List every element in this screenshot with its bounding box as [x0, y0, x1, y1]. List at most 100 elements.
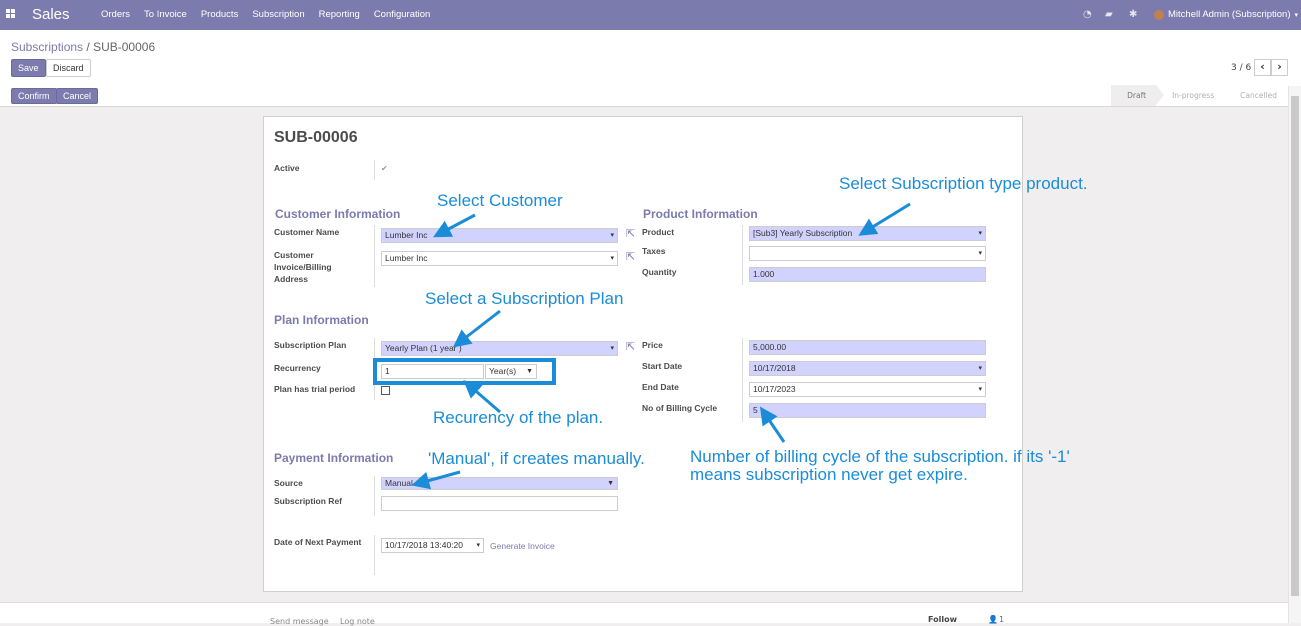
chat-icon[interactable]: ▰: [1105, 9, 1113, 20]
stage-bar: Draft In-progress Cancelled: [1111, 85, 1287, 106]
plan-section-title: Plan Information: [274, 313, 369, 327]
next-payment-label: Date of Next Payment: [274, 537, 362, 547]
status-bar: [0, 85, 1301, 107]
confirm-button[interactable]: Confirm: [11, 88, 57, 104]
external-link-icon[interactable]: ⇱: [626, 227, 635, 240]
start-date-label: Start Date: [642, 361, 683, 371]
start-date-value: 10/17/2018: [753, 363, 796, 373]
annotation-manual: 'Manual', if creates manually.: [428, 449, 645, 468]
quantity-label: Quantity: [642, 267, 677, 277]
end-date-field[interactable]: 10/17/2023 ▾: [749, 382, 986, 397]
log-note-link[interactable]: Log note: [340, 617, 375, 626]
stage-cancelled[interactable]: Cancelled: [1224, 85, 1287, 106]
annotation-billing-cycle-line-2: means subscription never get expire.: [690, 465, 968, 484]
annotation-billing-cycle-line-1: Number of billing cycle of the subscript…: [690, 447, 1070, 466]
annotation-customer: Select Customer: [437, 191, 563, 210]
start-date-field[interactable]: 10/17/2018 ▾: [749, 361, 986, 376]
menu-to-invoice[interactable]: To Invoice: [143, 9, 188, 20]
stage-in-progress[interactable]: In-progress: [1156, 85, 1225, 106]
subscription-plan-value: Yearly Plan (1 year ): [385, 343, 462, 353]
menu-configuration[interactable]: Configuration: [373, 9, 432, 20]
subscription-plan-label: Subscription Plan: [274, 340, 347, 350]
caret-down-icon[interactable]: ▾: [610, 252, 614, 265]
pager-value: 3 / 6: [1231, 63, 1252, 73]
divider: [374, 476, 375, 516]
clock-icon[interactable]: ◔: [1083, 9, 1092, 20]
price-field[interactable]: 5,000.00: [749, 340, 986, 355]
caret-down-icon[interactable]: ▼: [607, 478, 614, 489]
scrollbar-thumb[interactable]: [1291, 96, 1299, 596]
caret-down-icon[interactable]: ▾: [978, 227, 982, 240]
apps-menu-icon[interactable]: [6, 9, 16, 19]
breadcrumb-separator: /: [86, 40, 90, 54]
pager-previous-button[interactable]: ‹: [1254, 59, 1271, 76]
menu-reporting[interactable]: Reporting: [318, 9, 361, 20]
payment-section-title: Payment Information: [274, 451, 394, 465]
quantity-field[interactable]: 1.000: [749, 267, 986, 282]
customer-name-value: Lumber Inc: [385, 230, 428, 240]
product-value: [Sub3] Yearly Subscription: [753, 228, 853, 238]
menu-orders[interactable]: Orders: [100, 9, 131, 20]
stage-draft[interactable]: Draft: [1111, 85, 1164, 106]
generate-invoice-link[interactable]: Generate Invoice: [490, 541, 555, 551]
billing-cycle-label: No of Billing Cycle: [642, 403, 718, 413]
product-section-title: Product Information: [643, 207, 758, 221]
next-payment-field[interactable]: 10/17/2018 13:40:20 ▾: [381, 538, 484, 553]
save-button[interactable]: Save: [11, 59, 46, 77]
divider: [742, 338, 743, 422]
active-checkbox: ✔: [381, 164, 388, 173]
product-label: Product: [642, 227, 675, 237]
customer-section-title: Customer Information: [275, 207, 401, 221]
caret-down-icon[interactable]: ▾: [476, 539, 480, 552]
menu-products[interactable]: Products: [200, 9, 240, 20]
external-link-icon[interactable]: ⇱: [626, 340, 635, 353]
customer-invoice-address-field[interactable]: Lumber Inc ▾: [381, 251, 618, 266]
breadcrumb-subscriptions[interactable]: Subscriptions: [11, 40, 83, 54]
external-link-icon[interactable]: ⇱: [626, 250, 635, 263]
breadcrumb: Subscriptions / SUB-00006: [11, 40, 155, 54]
divider: [374, 535, 375, 575]
bug-icon[interactable]: ✱: [1129, 9, 1137, 20]
customer-name-field[interactable]: Lumber Inc ▾: [381, 228, 618, 243]
product-field[interactable]: [Sub3] Yearly Subscription ▾: [749, 226, 986, 241]
annotation-billing-cycle: Number of billing cycle of the subscript…: [690, 448, 1070, 484]
trial-period-checkbox[interactable]: [381, 386, 390, 395]
chatter: Send message Log note Follow 👤 1: [0, 602, 1288, 626]
customer-invoice-label-line-3: Address: [274, 274, 309, 284]
billing-cycle-field[interactable]: 5: [749, 403, 986, 418]
cancel-button[interactable]: Cancel: [56, 88, 99, 104]
quantity-value: 1.000: [753, 269, 775, 279]
main-menu: Orders To Invoice Products Subscription …: [100, 9, 431, 20]
discard-button[interactable]: Discard: [46, 59, 91, 77]
source-select[interactable]: Manual ▼: [381, 477, 618, 490]
caret-down-icon[interactable]: ▾: [978, 383, 982, 396]
customer-name-label: Customer Name: [274, 227, 340, 237]
end-date-value: 10/17/2023: [753, 384, 796, 394]
customer-invoice-label: Customer Invoice/Billing Address: [274, 249, 332, 285]
app-name: Sales: [32, 6, 70, 23]
caret-down-icon[interactable]: ▾: [610, 342, 614, 355]
trial-period-label: Plan has trial period: [274, 384, 356, 394]
subscription-ref-field[interactable]: [381, 496, 618, 511]
price-label: Price: [642, 340, 663, 350]
customer-invoice-address-value: Lumber Inc: [385, 253, 428, 263]
recurrency-highlight-box: [373, 358, 556, 385]
caret-down-icon[interactable]: ▾: [610, 229, 614, 242]
taxes-label: Taxes: [642, 246, 666, 256]
send-message-link[interactable]: Send message: [270, 617, 329, 626]
price-value: 5,000.00: [753, 342, 787, 352]
end-date-label: End Date: [642, 382, 679, 392]
user-menu[interactable]: Mitchell Admin (Subscription) ▾: [1154, 9, 1298, 20]
customer-invoice-label-line-1: Customer: [274, 250, 314, 260]
scrollbar[interactable]: [1288, 86, 1301, 623]
active-label: Active: [274, 163, 300, 173]
caret-down-icon[interactable]: ▾: [978, 362, 982, 375]
recurrency-label: Recurrency: [274, 363, 321, 373]
pager-next-button[interactable]: ›: [1271, 59, 1288, 76]
annotation-plan: Select a Subscription Plan: [425, 289, 624, 308]
menu-subscription[interactable]: Subscription: [251, 9, 305, 20]
subscription-plan-field[interactable]: Yearly Plan (1 year ) ▾: [381, 341, 618, 356]
caret-down-icon[interactable]: ▾: [978, 247, 982, 260]
taxes-field[interactable]: ▾: [749, 246, 986, 261]
annotation-recurrency: Recurency of the plan.: [433, 408, 604, 427]
